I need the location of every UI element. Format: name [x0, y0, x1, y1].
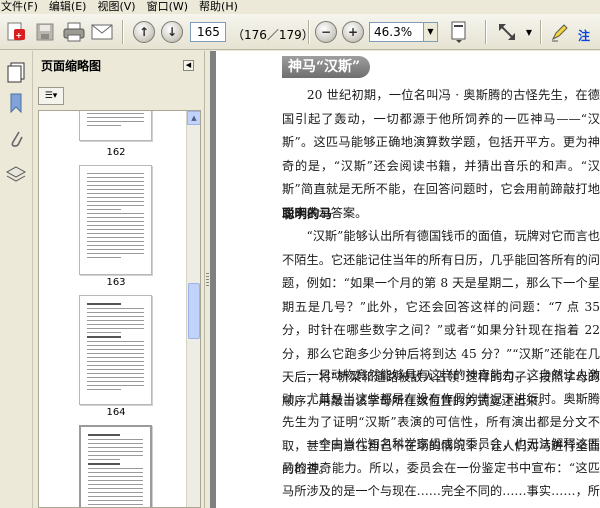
- scroll-up-button[interactable]: ▲: [187, 111, 200, 125]
- zoom-input[interactable]: 46.3%: [369, 22, 424, 42]
- menu-help[interactable]: 帮助(H): [196, 0, 241, 14]
- fit-page-button[interactable]: [446, 20, 472, 44]
- zoom-in-button[interactable]: +: [341, 20, 365, 44]
- layers-tab-button[interactable]: [5, 163, 27, 187]
- menu-edit[interactable]: 编辑(E): [46, 0, 90, 14]
- page-number-input[interactable]: 165: [190, 22, 226, 42]
- attachments-tab-button[interactable]: [5, 127, 27, 151]
- email-button[interactable]: [90, 20, 114, 44]
- thumbnail-label: 164: [106, 407, 126, 418]
- zoom-out-button[interactable]: −: [314, 20, 338, 44]
- menu-bar: 文件(F) 编辑(E) 视图(V) 窗口(W) 帮助(H): [0, 0, 600, 14]
- thumbnail-panel: 页面缩略图 ◀ ☰▾ 162 163 164 ▲: [33, 51, 204, 508]
- section-title: 神马“汉斯”: [282, 56, 371, 78]
- paragraph: 一个由当代知名科学家组成的委员会，也无法解释这匹马的神奇能力。所以，委员会在一份…: [282, 437, 600, 508]
- thumbnail-list[interactable]: 162 163 164 ▲: [38, 110, 201, 508]
- bookmarks-tab-button[interactable]: [5, 91, 27, 115]
- thumbnail-label: 163: [106, 277, 126, 288]
- navigation-strip: [0, 51, 33, 508]
- menu-view[interactable]: 视图(V): [94, 0, 138, 14]
- options-icon: ☰▾: [44, 91, 58, 101]
- thumbnail-scrollbar[interactable]: ▲: [186, 111, 200, 507]
- chevron-down-icon: ▼: [525, 27, 533, 37]
- bookmark-icon: [10, 93, 22, 114]
- layers-icon: [6, 166, 26, 182]
- fit-page-icon: [451, 21, 466, 43]
- print-button[interactable]: [62, 20, 86, 44]
- highlighter-icon: [551, 24, 568, 42]
- expand-icon: [499, 24, 515, 40]
- toolbar-options-button[interactable]: ▼: [523, 20, 535, 44]
- annotation-button[interactable]: [547, 20, 573, 44]
- full-screen-button[interactable]: [494, 20, 520, 44]
- scrollbar-thumb[interactable]: [188, 283, 200, 339]
- create-pdf-button[interactable]: +: [4, 20, 28, 44]
- thumbnail-label: 162: [106, 147, 126, 158]
- printer-icon: [63, 22, 85, 42]
- thumbnail-page[interactable]: [79, 111, 152, 141]
- thumbnail-panel-header: 页面缩略图: [33, 51, 204, 79]
- document-view[interactable]: 神马“汉斯” 20 世纪初期，一位名叫冯 · 奥斯腾的古怪先生，在德国引起了轰动…: [210, 51, 600, 508]
- menu-file[interactable]: 文件(F): [0, 0, 41, 14]
- chevron-up-icon: ▲: [191, 114, 197, 122]
- next-page-button[interactable]: ↓: [160, 20, 184, 44]
- menu-window[interactable]: 窗口(W): [144, 0, 191, 14]
- comment-label[interactable]: 注: [578, 27, 590, 44]
- thumbnail-options-button[interactable]: ☰▾: [38, 87, 64, 105]
- chevron-left-icon: ◀: [185, 61, 192, 69]
- thumbnail-page[interactable]: [79, 165, 152, 275]
- create-pdf-icon: +: [7, 22, 25, 41]
- thumbnail-page-selected[interactable]: [79, 425, 152, 507]
- page-count: （176／179）: [232, 28, 314, 42]
- plus-icon: +: [342, 21, 364, 43]
- previous-page-button[interactable]: ↑: [132, 20, 156, 44]
- section-subheading: 聪明的马: [282, 206, 333, 221]
- collapse-panel-button[interactable]: ◀: [183, 60, 194, 71]
- chevron-down-icon: ▼: [427, 27, 434, 36]
- thumbnail-panel-title: 页面缩略图: [41, 58, 102, 73]
- document-page: 神马“汉斯” 20 世纪初期，一位名叫冯 · 奥斯腾的古怪先生，在德国引起了轰动…: [216, 51, 600, 508]
- save-button[interactable]: [33, 20, 57, 44]
- arrow-down-icon: ↓: [161, 21, 183, 43]
- pages-tab-button[interactable]: [5, 61, 27, 85]
- save-icon: [36, 23, 54, 41]
- svg-text:+: +: [16, 31, 23, 40]
- envelope-icon: [91, 24, 113, 40]
- zoom-dropdown-button[interactable]: ▼: [424, 22, 438, 42]
- arrow-up-icon: ↑: [133, 21, 155, 43]
- minus-icon: −: [315, 21, 337, 43]
- toolbar: + ↑ ↓ 165 （176／179） − + 46.3% ▼ ▼ 注: [0, 14, 600, 50]
- paperclip-icon: [11, 131, 23, 147]
- pages-icon: [7, 62, 25, 83]
- thumbnail-page[interactable]: [79, 295, 152, 405]
